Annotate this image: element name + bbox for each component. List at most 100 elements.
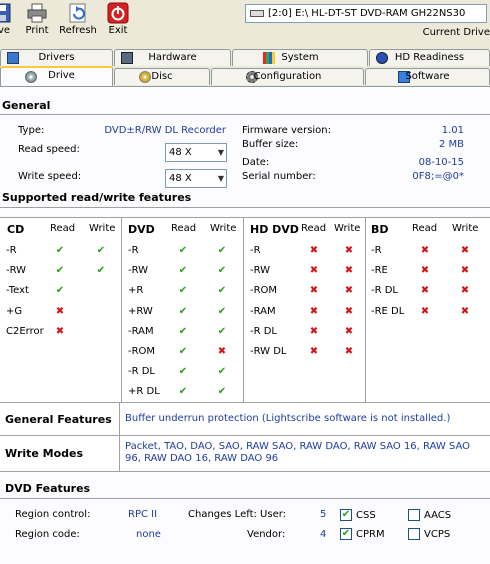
read-speed-select[interactable]: 48 X ▼ — [165, 143, 227, 162]
region-code-label: Region code: — [15, 529, 80, 540]
tab-drivers[interactable]: Drivers — [0, 49, 113, 66]
cross-icon: ✖ — [217, 346, 227, 357]
features-grid: CD Read Write DVD Read Write HD DVD Read… — [0, 217, 490, 404]
features-divider — [0, 207, 490, 208]
general-features-value: Buffer underrun protection (Lightscribe … — [125, 413, 451, 424]
refresh-icon — [69, 3, 86, 23]
exit-label: Exit — [108, 25, 128, 36]
write-modes-value: Packet, TAO, DAO, SAO, RAW SAO, RAW DAO,… — [125, 441, 470, 464]
feature-label: +RW — [128, 306, 153, 317]
check-icon: ✔ — [96, 245, 106, 256]
current-drive-label: Current Drive — [422, 27, 490, 38]
check-icon: ✔ — [178, 366, 188, 377]
check-icon: ✔ — [217, 306, 227, 317]
feature-label: C2Error — [6, 326, 44, 337]
cross-icon: ✖ — [420, 306, 430, 317]
cross-icon: ✖ — [344, 326, 354, 337]
feature-label: -R — [250, 245, 261, 256]
tab-software[interactable]: Software — [365, 68, 490, 85]
write-modes-row: Write Modes Packet, TAO, DAO, SAO, RAW S… — [0, 436, 490, 472]
feature-label: +R DL — [128, 386, 160, 397]
grid-divider — [119, 436, 120, 472]
tab-hd-readiness-label: HD Readiness — [394, 52, 465, 63]
grid-divider — [119, 403, 120, 436]
check-icon: ✔ — [217, 386, 227, 397]
cross-icon: ✖ — [309, 265, 319, 276]
tab-configuration[interactable]: Configuration — [211, 68, 364, 85]
buffer-value: 2 MB — [438, 139, 464, 150]
serial-value: 0F8;=@0* — [412, 171, 464, 182]
vcps-checkbox[interactable] — [408, 528, 420, 540]
feature-label: -RW — [250, 265, 271, 276]
check-icon: ✔ — [178, 306, 188, 317]
dvd-heading: DVD — [128, 223, 155, 236]
tab-drive[interactable]: Drive — [0, 66, 113, 86]
cd-heading: CD — [7, 223, 25, 236]
check-icon: ✔ — [178, 245, 188, 256]
tab-hd-readiness[interactable]: HD Readiness — [369, 49, 490, 66]
check-icon: ✔ — [55, 245, 65, 256]
hd-dvd-write-heading: Write — [334, 223, 361, 234]
vendor-label: Vendor: — [247, 529, 286, 540]
dvd-write-heading: Write — [210, 223, 237, 234]
check-icon: ✔ — [178, 265, 188, 276]
cross-icon: ✖ — [460, 306, 470, 317]
exit-button[interactable]: Exit — [103, 0, 133, 42]
cross-icon: ✖ — [55, 306, 65, 317]
general-features-row: General Features Buffer underrun protect… — [0, 403, 490, 436]
cross-icon: ✖ — [344, 306, 354, 317]
feature-label: -ROM — [128, 346, 156, 357]
region-control-label: Region control: — [15, 509, 91, 520]
cross-icon: ✖ — [344, 346, 354, 357]
cprm-label: CPRM — [356, 529, 385, 540]
cross-icon: ✖ — [420, 245, 430, 256]
tab-system[interactable]: System — [232, 49, 368, 66]
feature-label: -RAM — [128, 326, 154, 337]
feature-label: -R DL — [128, 366, 156, 377]
bd-heading: BD — [371, 223, 389, 236]
chevron-down-icon: ▼ — [217, 148, 224, 157]
refresh-button[interactable]: Refresh — [56, 0, 100, 42]
check-icon: ✔ — [217, 245, 227, 256]
write-speed-select[interactable]: 48 X ▼ — [165, 169, 227, 188]
tab-hardware[interactable]: Hardware — [114, 49, 231, 66]
vendor-value: 4 — [320, 529, 327, 540]
check-icon: ✔ — [217, 285, 227, 296]
feature-label: -R — [128, 245, 139, 256]
drive-select[interactable]: [2:0] E:\ HL-DT-ST DVD-RAM GH22NS30 — [245, 4, 487, 23]
drive-select-value: [2:0] E:\ HL-DT-ST DVD-RAM GH22NS30 — [268, 8, 466, 19]
write-speed-label: Write speed: — [18, 171, 82, 182]
tab-disc[interactable]: Disc — [114, 68, 210, 85]
grid-divider — [365, 218, 366, 404]
hd-dvd-heading: HD DVD — [250, 223, 299, 236]
changes-user-value: 5 — [320, 509, 327, 520]
cprm-checkbox[interactable]: ✔ — [340, 528, 352, 540]
print-button[interactable]: Print — [22, 0, 52, 42]
feature-label: -R DL — [250, 326, 278, 337]
write-speed-value: 48 X — [169, 173, 192, 184]
serial-label: Serial number: — [242, 171, 316, 182]
feature-label: -RW DL — [250, 346, 287, 357]
aacs-checkbox[interactable] — [408, 509, 420, 521]
feature-label: -RE DL — [371, 306, 405, 317]
cross-icon: ✖ — [460, 265, 470, 276]
cross-icon: ✖ — [309, 346, 319, 357]
grid-divider — [243, 218, 244, 404]
type-value: DVD±R/RW DL Recorder — [104, 125, 226, 136]
general-features-label: General Features — [5, 413, 112, 426]
feature-label: +R — [128, 285, 144, 296]
read-speed-value: 48 X — [169, 147, 192, 158]
save-button[interactable]: ave — [0, 0, 16, 42]
check-icon: ✔ — [178, 346, 188, 357]
cross-icon: ✖ — [309, 326, 319, 337]
css-checkbox[interactable]: ✔ — [340, 509, 352, 521]
hd-dvd-read-heading: Read — [301, 223, 327, 234]
tab-hardware-label: Hardware — [148, 52, 197, 63]
drive-panel: General Type: DVD±R/RW DL Recorder Read … — [0, 86, 490, 564]
check-icon: ✔ — [217, 326, 227, 337]
cross-icon: ✖ — [344, 245, 354, 256]
grid-divider — [121, 218, 122, 404]
cross-icon: ✖ — [420, 265, 430, 276]
date-label: Date: — [242, 157, 270, 168]
feature-label: -Text — [6, 285, 29, 296]
